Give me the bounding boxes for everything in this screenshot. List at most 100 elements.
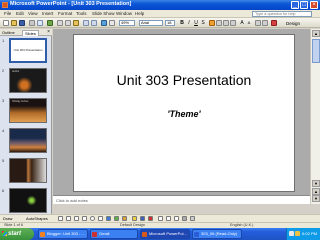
- windows-taskbar: start Blogger: Unit 303 - ... Gmail Micr…: [0, 228, 320, 240]
- draw-menu[interactable]: Draw: [3, 216, 12, 221]
- increase-font-icon[interactable]: A: [239, 20, 245, 26]
- taskbar-item-blogger[interactable]: Blogger: Unit 303 - ...: [38, 229, 88, 239]
- thumbnail-row[interactable]: 3 Holiday Inches: [0, 96, 51, 124]
- slide-thumbnail[interactable]: Holiday Inches: [9, 98, 47, 123]
- picture-icon[interactable]: [122, 216, 127, 221]
- numbering-icon[interactable]: [223, 20, 229, 26]
- menu-window[interactable]: Window: [116, 11, 132, 16]
- line-color-icon[interactable]: [140, 216, 145, 221]
- taskbar-item-gmail[interactable]: Gmail: [90, 229, 138, 239]
- thumbnail-row[interactable]: 4: [0, 126, 51, 154]
- scroll-up-icon[interactable]: ▲: [312, 30, 320, 37]
- help-question-input[interactable]: Type a question for help: [252, 11, 312, 17]
- scroll-down-icon[interactable]: ▼: [312, 180, 320, 187]
- menu-help[interactable]: Help: [135, 11, 144, 16]
- vertical-scrollbar[interactable]: ▲ ▼ ▲ ▼: [310, 29, 320, 204]
- thumbnail-row[interactable]: 5: [0, 156, 51, 184]
- select-objects-icon[interactable]: [58, 216, 63, 221]
- menu-insert[interactable]: Insert: [42, 11, 53, 16]
- open-icon[interactable]: [11, 20, 17, 26]
- redo-icon[interactable]: [91, 20, 97, 26]
- tab-outline[interactable]: Outline: [2, 30, 15, 35]
- italic-icon[interactable]: I: [186, 20, 192, 26]
- notes-placeholder[interactable]: Click to add notes: [56, 198, 88, 203]
- arrow-icon[interactable]: [74, 216, 79, 221]
- previous-slide-icon[interactable]: ▲: [312, 188, 320, 195]
- underline-icon[interactable]: U: [193, 20, 199, 26]
- spelling-icon[interactable]: [47, 20, 53, 26]
- line-icon[interactable]: [66, 216, 71, 221]
- notes-pane[interactable]: Click to add notes: [53, 195, 310, 204]
- slide-title[interactable]: Unit 303 Presentation: [74, 72, 294, 88]
- arrow-style-icon[interactable]: [174, 216, 179, 221]
- save-icon[interactable]: [19, 20, 25, 26]
- increase-indent-icon[interactable]: [262, 20, 268, 26]
- preview-icon[interactable]: [37, 20, 43, 26]
- align-center-icon[interactable]: [209, 20, 215, 26]
- align-right-icon[interactable]: [216, 20, 222, 26]
- decrease-indent-icon[interactable]: [255, 20, 261, 26]
- fill-color-icon[interactable]: [132, 216, 137, 221]
- menu-slide-show[interactable]: Slide Show: [92, 11, 115, 16]
- close-button[interactable]: ×: [310, 1, 318, 9]
- scroll-thumb[interactable]: [312, 39, 320, 63]
- textbox-icon[interactable]: [98, 216, 103, 221]
- wordart-icon[interactable]: [106, 216, 111, 221]
- bold-icon[interactable]: B: [179, 20, 185, 26]
- menu-format[interactable]: Format: [58, 11, 72, 16]
- font-select[interactable]: Arial: [139, 20, 163, 26]
- zoom-select[interactable]: 49%: [119, 20, 135, 26]
- slide-thumbnail[interactable]: Author: [9, 68, 47, 93]
- font-size-select[interactable]: 18: [165, 20, 175, 26]
- shadow-icon[interactable]: S: [200, 20, 206, 26]
- slide-thumbnails-pane[interactable]: 1 Unit 303 Presentation 2 Author 3 Holid…: [0, 36, 52, 214]
- start-button[interactable]: start: [0, 228, 34, 240]
- next-slide-icon[interactable]: ▼: [312, 195, 320, 202]
- slide-thumbnail[interactable]: [9, 128, 47, 153]
- current-slide[interactable]: Unit 303 Presentation 'Theme': [73, 34, 295, 192]
- menu-tools[interactable]: Tools: [76, 11, 87, 16]
- close-pane-icon[interactable]: ×: [47, 29, 50, 35]
- taskbar-item-powerpoint[interactable]: Microsoft PowerPoi...: [140, 229, 190, 239]
- network-icon[interactable]: [289, 231, 294, 236]
- standard-toolbar: 49% Arial 18 B I U S A A Design: [0, 18, 320, 28]
- bullets-icon[interactable]: [230, 20, 236, 26]
- thumbnail-row[interactable]: 1 Unit 303 Presentation: [0, 36, 51, 64]
- taskbar-item-document[interactable]: 303_06 (Read-Only): [192, 229, 242, 239]
- slide-thumbnail[interactable]: [9, 158, 47, 183]
- copy-icon[interactable]: [65, 20, 71, 26]
- font-color-draw-icon[interactable]: [148, 216, 153, 221]
- thumbnail-row[interactable]: 2 Author: [0, 66, 51, 94]
- 3d-style-icon[interactable]: [190, 216, 195, 221]
- menu-view[interactable]: View: [28, 11, 38, 16]
- font-color-icon[interactable]: [271, 20, 277, 26]
- design-button[interactable]: Design: [286, 21, 300, 26]
- menu-bar: File Edit View Insert Format Tools Slide…: [0, 10, 320, 18]
- shadow-style-icon[interactable]: [182, 216, 187, 221]
- new-icon[interactable]: [3, 20, 9, 26]
- slide-thumbnail[interactable]: [9, 188, 47, 213]
- paste-icon[interactable]: [73, 20, 79, 26]
- insert-table-icon[interactable]: [109, 20, 115, 26]
- clipart-icon[interactable]: [114, 216, 119, 221]
- slide-subtitle[interactable]: 'Theme': [74, 109, 294, 119]
- undo-icon[interactable]: [83, 20, 89, 26]
- autoshapes-menu[interactable]: AutoShapes: [26, 216, 48, 221]
- thumbnail-row[interactable]: 6: [0, 186, 51, 214]
- line-style-icon[interactable]: [158, 216, 163, 221]
- powerpoint-app-icon[interactable]: [2, 2, 8, 8]
- menu-file[interactable]: File: [4, 11, 11, 16]
- insert-chart-icon[interactable]: [101, 20, 107, 26]
- slide-canvas: Unit 303 Presentation 'Theme': [53, 29, 310, 195]
- decrease-font-icon[interactable]: A: [246, 20, 252, 26]
- oval-icon[interactable]: [90, 216, 95, 221]
- dash-style-icon[interactable]: [166, 216, 171, 221]
- minimize-button[interactable]: _: [291, 1, 299, 9]
- maximize-button[interactable]: □: [300, 1, 308, 9]
- print-icon[interactable]: [29, 20, 35, 26]
- menu-edit[interactable]: Edit: [16, 11, 24, 16]
- rectangle-icon[interactable]: [82, 216, 87, 221]
- volume-icon[interactable]: [295, 231, 300, 236]
- cut-icon[interactable]: [57, 20, 63, 26]
- slide-thumbnail[interactable]: Unit 303 Presentation: [9, 38, 47, 63]
